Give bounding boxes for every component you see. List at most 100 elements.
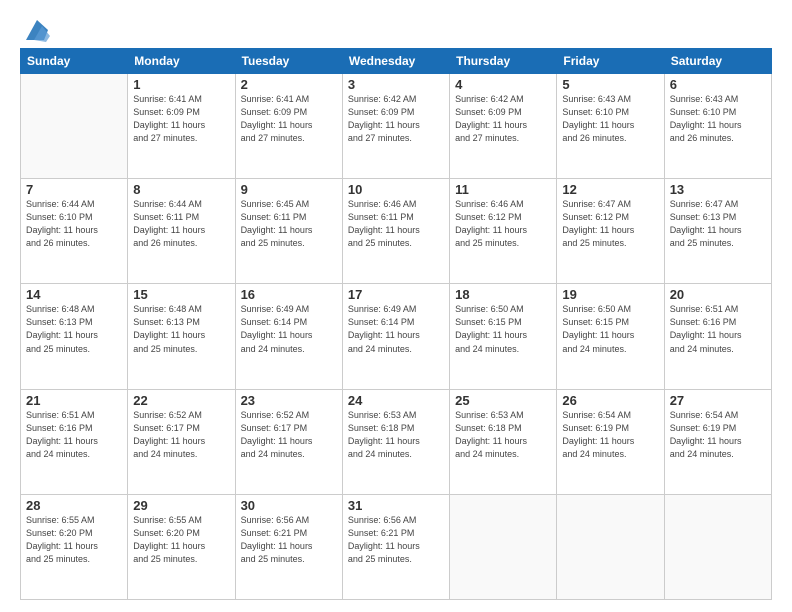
day-number: 8	[133, 182, 229, 197]
day-number: 7	[26, 182, 122, 197]
day-cell: 1Sunrise: 6:41 AM Sunset: 6:09 PM Daylig…	[128, 74, 235, 179]
day-number: 10	[348, 182, 444, 197]
day-info: Sunrise: 6:45 AM Sunset: 6:11 PM Dayligh…	[241, 198, 337, 250]
header-row: SundayMondayTuesdayWednesdayThursdayFrid…	[21, 49, 772, 74]
day-cell: 22Sunrise: 6:52 AM Sunset: 6:17 PM Dayli…	[128, 389, 235, 494]
day-cell: 5Sunrise: 6:43 AM Sunset: 6:10 PM Daylig…	[557, 74, 664, 179]
day-info: Sunrise: 6:50 AM Sunset: 6:15 PM Dayligh…	[562, 303, 658, 355]
day-cell: 26Sunrise: 6:54 AM Sunset: 6:19 PM Dayli…	[557, 389, 664, 494]
week-row-4: 21Sunrise: 6:51 AM Sunset: 6:16 PM Dayli…	[21, 389, 772, 494]
day-cell: 11Sunrise: 6:46 AM Sunset: 6:12 PM Dayli…	[450, 179, 557, 284]
day-cell: 24Sunrise: 6:53 AM Sunset: 6:18 PM Dayli…	[342, 389, 449, 494]
day-info: Sunrise: 6:52 AM Sunset: 6:17 PM Dayligh…	[133, 409, 229, 461]
day-info: Sunrise: 6:56 AM Sunset: 6:21 PM Dayligh…	[348, 514, 444, 566]
day-cell: 10Sunrise: 6:46 AM Sunset: 6:11 PM Dayli…	[342, 179, 449, 284]
logo	[20, 16, 52, 38]
day-info: Sunrise: 6:47 AM Sunset: 6:12 PM Dayligh…	[562, 198, 658, 250]
day-info: Sunrise: 6:55 AM Sunset: 6:20 PM Dayligh…	[133, 514, 229, 566]
day-cell	[21, 74, 128, 179]
page: SundayMondayTuesdayWednesdayThursdayFrid…	[0, 0, 792, 612]
day-info: Sunrise: 6:44 AM Sunset: 6:10 PM Dayligh…	[26, 198, 122, 250]
day-number: 30	[241, 498, 337, 513]
day-number: 18	[455, 287, 551, 302]
day-info: Sunrise: 6:42 AM Sunset: 6:09 PM Dayligh…	[455, 93, 551, 145]
header	[20, 16, 772, 38]
day-number: 17	[348, 287, 444, 302]
day-cell: 13Sunrise: 6:47 AM Sunset: 6:13 PM Dayli…	[664, 179, 771, 284]
day-cell: 19Sunrise: 6:50 AM Sunset: 6:15 PM Dayli…	[557, 284, 664, 389]
day-cell: 8Sunrise: 6:44 AM Sunset: 6:11 PM Daylig…	[128, 179, 235, 284]
day-number: 25	[455, 393, 551, 408]
day-number: 13	[670, 182, 766, 197]
week-row-2: 7Sunrise: 6:44 AM Sunset: 6:10 PM Daylig…	[21, 179, 772, 284]
day-header-sunday: Sunday	[21, 49, 128, 74]
day-cell: 23Sunrise: 6:52 AM Sunset: 6:17 PM Dayli…	[235, 389, 342, 494]
day-info: Sunrise: 6:46 AM Sunset: 6:11 PM Dayligh…	[348, 198, 444, 250]
day-cell	[557, 494, 664, 599]
day-cell: 12Sunrise: 6:47 AM Sunset: 6:12 PM Dayli…	[557, 179, 664, 284]
day-cell	[450, 494, 557, 599]
day-cell: 2Sunrise: 6:41 AM Sunset: 6:09 PM Daylig…	[235, 74, 342, 179]
day-header-monday: Monday	[128, 49, 235, 74]
day-header-friday: Friday	[557, 49, 664, 74]
day-number: 4	[455, 77, 551, 92]
day-cell: 17Sunrise: 6:49 AM Sunset: 6:14 PM Dayli…	[342, 284, 449, 389]
day-number: 28	[26, 498, 122, 513]
logo-icon	[22, 16, 52, 44]
day-number: 9	[241, 182, 337, 197]
day-info: Sunrise: 6:51 AM Sunset: 6:16 PM Dayligh…	[26, 409, 122, 461]
day-info: Sunrise: 6:54 AM Sunset: 6:19 PM Dayligh…	[670, 409, 766, 461]
day-info: Sunrise: 6:44 AM Sunset: 6:11 PM Dayligh…	[133, 198, 229, 250]
day-info: Sunrise: 6:43 AM Sunset: 6:10 PM Dayligh…	[670, 93, 766, 145]
day-info: Sunrise: 6:43 AM Sunset: 6:10 PM Dayligh…	[562, 93, 658, 145]
day-info: Sunrise: 6:42 AM Sunset: 6:09 PM Dayligh…	[348, 93, 444, 145]
day-info: Sunrise: 6:47 AM Sunset: 6:13 PM Dayligh…	[670, 198, 766, 250]
day-cell: 21Sunrise: 6:51 AM Sunset: 6:16 PM Dayli…	[21, 389, 128, 494]
day-cell: 31Sunrise: 6:56 AM Sunset: 6:21 PM Dayli…	[342, 494, 449, 599]
day-number: 15	[133, 287, 229, 302]
day-number: 2	[241, 77, 337, 92]
day-header-saturday: Saturday	[664, 49, 771, 74]
week-row-3: 14Sunrise: 6:48 AM Sunset: 6:13 PM Dayli…	[21, 284, 772, 389]
day-info: Sunrise: 6:49 AM Sunset: 6:14 PM Dayligh…	[241, 303, 337, 355]
day-info: Sunrise: 6:50 AM Sunset: 6:15 PM Dayligh…	[455, 303, 551, 355]
week-row-1: 1Sunrise: 6:41 AM Sunset: 6:09 PM Daylig…	[21, 74, 772, 179]
day-info: Sunrise: 6:51 AM Sunset: 6:16 PM Dayligh…	[670, 303, 766, 355]
day-number: 20	[670, 287, 766, 302]
day-number: 24	[348, 393, 444, 408]
day-cell: 20Sunrise: 6:51 AM Sunset: 6:16 PM Dayli…	[664, 284, 771, 389]
day-info: Sunrise: 6:55 AM Sunset: 6:20 PM Dayligh…	[26, 514, 122, 566]
day-cell: 25Sunrise: 6:53 AM Sunset: 6:18 PM Dayli…	[450, 389, 557, 494]
day-info: Sunrise: 6:48 AM Sunset: 6:13 PM Dayligh…	[133, 303, 229, 355]
day-cell: 27Sunrise: 6:54 AM Sunset: 6:19 PM Dayli…	[664, 389, 771, 494]
day-number: 21	[26, 393, 122, 408]
day-number: 27	[670, 393, 766, 408]
day-cell: 18Sunrise: 6:50 AM Sunset: 6:15 PM Dayli…	[450, 284, 557, 389]
day-number: 5	[562, 77, 658, 92]
day-cell: 4Sunrise: 6:42 AM Sunset: 6:09 PM Daylig…	[450, 74, 557, 179]
day-number: 29	[133, 498, 229, 513]
day-cell: 29Sunrise: 6:55 AM Sunset: 6:20 PM Dayli…	[128, 494, 235, 599]
day-info: Sunrise: 6:53 AM Sunset: 6:18 PM Dayligh…	[348, 409, 444, 461]
day-cell: 6Sunrise: 6:43 AM Sunset: 6:10 PM Daylig…	[664, 74, 771, 179]
day-header-thursday: Thursday	[450, 49, 557, 74]
day-info: Sunrise: 6:56 AM Sunset: 6:21 PM Dayligh…	[241, 514, 337, 566]
day-cell: 30Sunrise: 6:56 AM Sunset: 6:21 PM Dayli…	[235, 494, 342, 599]
day-info: Sunrise: 6:41 AM Sunset: 6:09 PM Dayligh…	[241, 93, 337, 145]
day-number: 16	[241, 287, 337, 302]
day-cell: 15Sunrise: 6:48 AM Sunset: 6:13 PM Dayli…	[128, 284, 235, 389]
day-info: Sunrise: 6:46 AM Sunset: 6:12 PM Dayligh…	[455, 198, 551, 250]
day-number: 3	[348, 77, 444, 92]
day-info: Sunrise: 6:48 AM Sunset: 6:13 PM Dayligh…	[26, 303, 122, 355]
day-number: 26	[562, 393, 658, 408]
day-header-wednesday: Wednesday	[342, 49, 449, 74]
calendar-table: SundayMondayTuesdayWednesdayThursdayFrid…	[20, 48, 772, 600]
day-number: 11	[455, 182, 551, 197]
day-cell: 9Sunrise: 6:45 AM Sunset: 6:11 PM Daylig…	[235, 179, 342, 284]
day-cell: 3Sunrise: 6:42 AM Sunset: 6:09 PM Daylig…	[342, 74, 449, 179]
day-cell: 14Sunrise: 6:48 AM Sunset: 6:13 PM Dayli…	[21, 284, 128, 389]
day-number: 6	[670, 77, 766, 92]
week-row-5: 28Sunrise: 6:55 AM Sunset: 6:20 PM Dayli…	[21, 494, 772, 599]
day-number: 31	[348, 498, 444, 513]
day-number: 22	[133, 393, 229, 408]
